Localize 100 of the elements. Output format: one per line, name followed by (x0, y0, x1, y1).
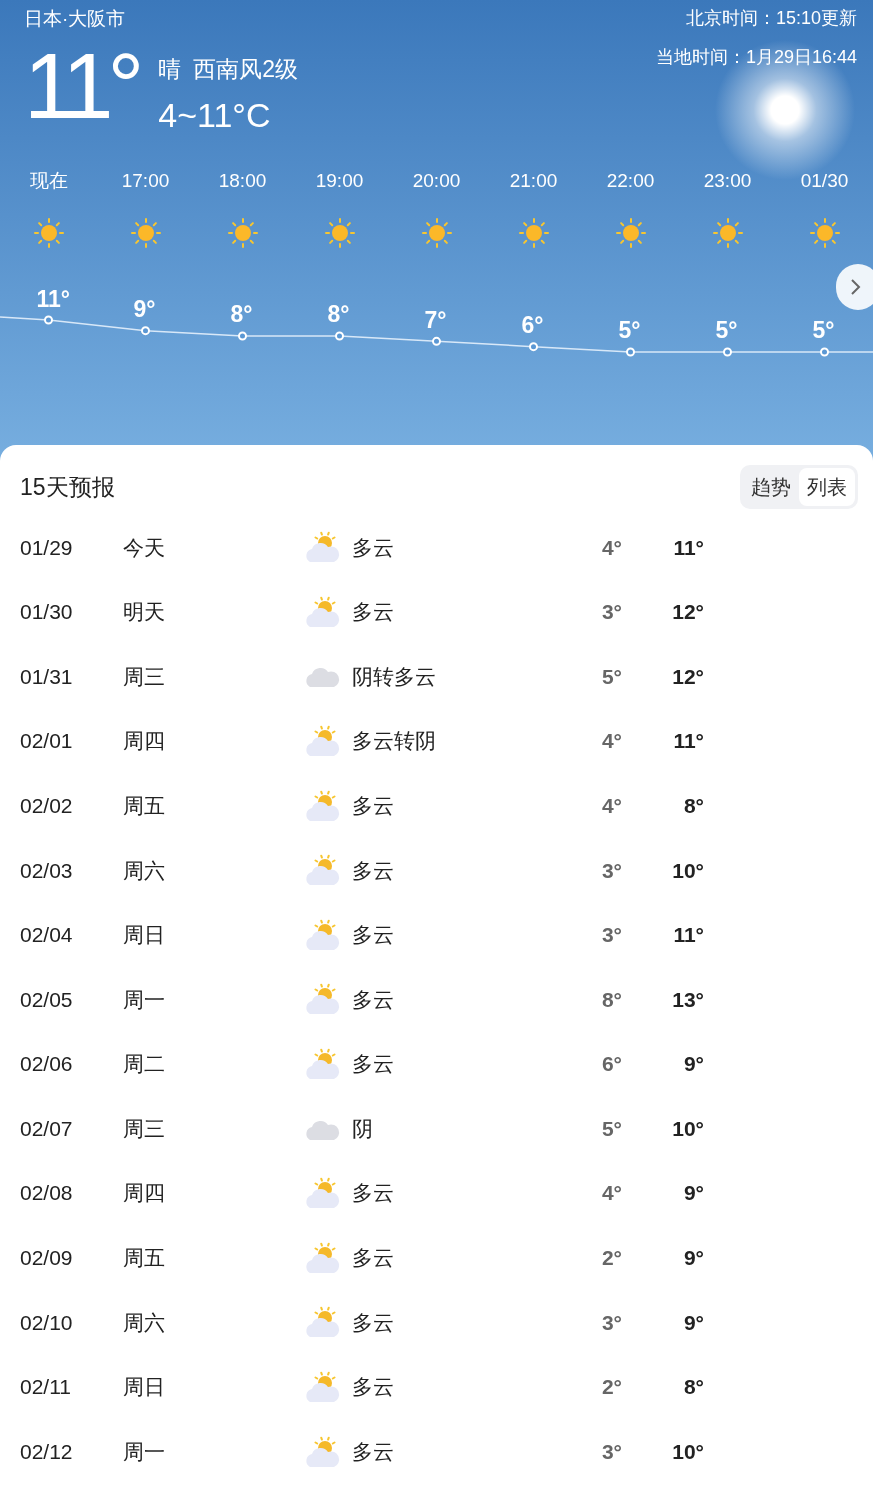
hour-label: 17:00 (121, 169, 170, 193)
weather-label: 多云转阴 (352, 728, 437, 755)
partly-cloudy-icon (304, 788, 342, 823)
low-temperature: 4° (600, 728, 622, 755)
high-temperature: 9° (682, 1180, 705, 1207)
partly-cloudy-icon (304, 1434, 342, 1469)
low-temperature: 2° (600, 1374, 622, 1401)
sun-icon (516, 215, 551, 250)
date-label: 02/02 (19, 792, 74, 819)
low-temperature: 4° (600, 534, 622, 561)
day-label: 周五 (123, 1245, 166, 1272)
date-label: 02/05 (19, 986, 74, 1013)
high-temperature: 12° (671, 663, 705, 690)
day-label: 周六 (123, 1309, 166, 1336)
hour-label: 现在 (29, 169, 68, 193)
partly-cloudy-icon (304, 1176, 342, 1211)
partly-cloudy-icon (304, 982, 342, 1017)
date-label: 02/06 (19, 1051, 74, 1078)
sun-icon (128, 215, 163, 250)
high-temperature: 9° (682, 1309, 705, 1336)
low-temperature: 4° (600, 1180, 622, 1207)
date-label: 02/10 (19, 1309, 74, 1336)
hour-temperature: 9° (133, 295, 156, 325)
hour-label: 21:00 (509, 169, 558, 193)
partly-cloudy-icon (304, 1240, 342, 1275)
day-label: 今天 (123, 534, 166, 561)
partly-cloudy-icon (304, 1047, 342, 1082)
hour-temperature: 6° (521, 311, 544, 341)
day-label: 周五 (123, 792, 166, 819)
high-temperature: 12° (671, 599, 705, 626)
high-temperature: 10° (671, 857, 705, 884)
partly-cloudy-icon (304, 917, 342, 952)
hour-label: 23:00 (703, 169, 752, 193)
condition-label: 晴 (158, 54, 182, 84)
low-temperature: 3° (600, 599, 622, 626)
sun-icon (419, 215, 454, 250)
day-label: 周日 (123, 1374, 166, 1401)
hour-label: 18:00 (218, 169, 267, 193)
low-temperature: 5° (600, 1115, 622, 1142)
low-temperature: 6° (600, 1051, 622, 1078)
low-temperature: 2° (600, 1245, 622, 1272)
low-temperature: 8° (600, 986, 622, 1013)
date-label: 02/04 (19, 922, 74, 949)
sun-icon (710, 215, 745, 250)
weather-label: 多云 (352, 922, 395, 949)
hour-temperature: 7° (424, 305, 447, 335)
current-temperature: 11° (24, 39, 139, 132)
low-temperature: 3° (600, 1438, 622, 1465)
weather-label: 多云 (352, 1051, 395, 1078)
weather-label: 阴 (352, 1115, 374, 1142)
high-temperature: 9° (682, 1245, 705, 1272)
weather-label: 多云 (352, 1180, 395, 1207)
forecast-title: 15天预报 (20, 472, 115, 502)
weather-label: 多云 (352, 1438, 395, 1465)
date-label: 01/29 (19, 534, 74, 561)
hour-label: 01/30 (800, 169, 849, 193)
day-label: 周六 (123, 857, 166, 884)
weather-label: 多云 (352, 792, 395, 819)
high-temperature: 8° (682, 1374, 705, 1401)
day-label: 周一 (123, 1438, 166, 1465)
sun-icon (807, 215, 842, 250)
date-label: 01/31 (19, 663, 74, 690)
day-label: 周四 (123, 1180, 166, 1207)
date-label: 02/03 (19, 857, 74, 884)
day-label: 周日 (123, 922, 166, 949)
view-tab[interactable]: 趋势 (743, 468, 799, 506)
high-temperature: 9° (682, 1051, 705, 1078)
hour-temperature: 5° (618, 316, 641, 346)
low-temperature: 3° (600, 1309, 622, 1336)
date-label: 02/01 (19, 728, 74, 755)
day-label: 周二 (123, 1051, 166, 1078)
temperature-range: 4~11°C (158, 95, 272, 136)
date-label: 02/12 (19, 1438, 74, 1465)
day-label: 周一 (123, 986, 166, 1013)
weather-label: 多云 (352, 857, 395, 884)
date-label: 01/30 (19, 599, 74, 626)
partly-cloudy-icon (304, 1305, 342, 1340)
date-label: 02/11 (19, 1374, 72, 1401)
day-label: 明天 (123, 599, 166, 626)
day-label: 周四 (123, 728, 166, 755)
high-temperature: 13° (671, 986, 705, 1013)
location-label: 日本·大阪市 (24, 7, 126, 31)
hour-label: 22:00 (606, 169, 655, 193)
weather-label: 多云 (352, 1309, 395, 1336)
partly-cloudy-icon (304, 853, 342, 888)
high-temperature: 10° (671, 1115, 705, 1142)
high-temperature: 11° (672, 534, 705, 561)
date-label: 02/09 (19, 1245, 74, 1272)
partly-cloudy-icon (304, 724, 342, 759)
day-label: 周三 (123, 1115, 166, 1142)
view-tab[interactable]: 列表 (799, 468, 855, 506)
weather-label: 多云 (352, 599, 395, 626)
low-temperature: 3° (600, 922, 622, 949)
sun-icon (31, 215, 66, 250)
hour-label: 20:00 (412, 169, 461, 193)
sun-icon (225, 215, 260, 250)
next-button[interactable] (836, 263, 873, 310)
date-label: 02/08 (19, 1180, 74, 1207)
low-temperature: 3° (600, 857, 622, 884)
sun-icon (613, 215, 648, 250)
